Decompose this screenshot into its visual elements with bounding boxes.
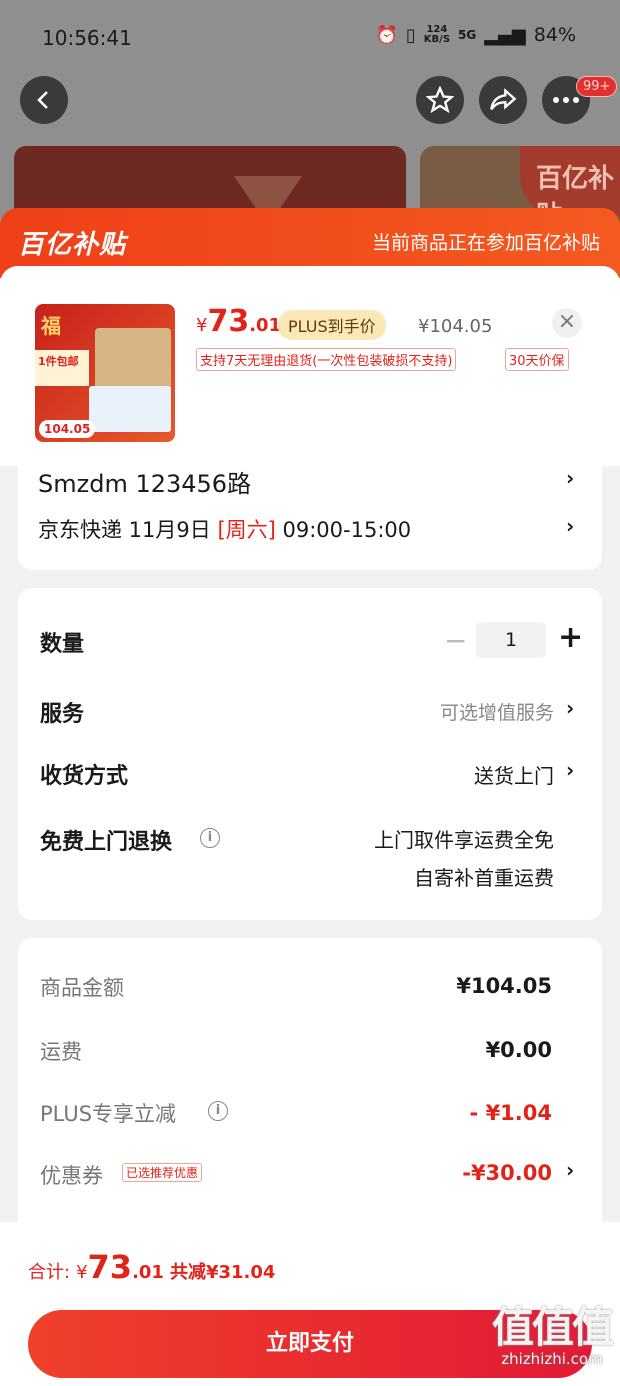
shipping-weekday: [周六] — [217, 518, 276, 542]
chevron-left-icon — [37, 91, 48, 109]
delivery-value[interactable]: 送货上门 — [474, 760, 554, 789]
close-icon[interactable]: × — [552, 308, 582, 338]
net-speed-unit: KB/S — [423, 34, 451, 45]
fu-logo-icon: 福 — [41, 314, 61, 338]
battery-level: 84% — [533, 24, 576, 46]
watermark-logo: 值值值 — [491, 1303, 614, 1352]
shipping-carrier-date: 京东快递 11月9日 — [38, 518, 218, 542]
quantity-input[interactable]: 1 — [476, 622, 546, 658]
coupon-value[interactable]: -¥30.00 — [462, 1161, 552, 1185]
vibrate-icon: ▯ — [405, 24, 416, 46]
coupon-chevron-icon[interactable]: › — [566, 1158, 574, 1182]
coupon-recommended-tag: 已选推荐优惠 — [122, 1163, 203, 1182]
address-chevron-icon[interactable]: › — [566, 466, 574, 490]
delivery-label: 收货方式 — [40, 764, 129, 789]
total-decimal: .01 — [132, 1262, 164, 1283]
status-bar: 10:56:41 ⏰ ▯ 124 KB/S 5G ▂▄▆ 84% — [0, 18, 620, 58]
plus-discount-label: PLUS专享立减 — [40, 1102, 177, 1126]
total-summary: 合计: ¥ 73 .01 共减¥31.04 — [28, 1248, 275, 1286]
quantity-increment-button[interactable]: + — [558, 620, 583, 655]
return-policy-tag: 支持7天无理由退货(一次性包装破损不支持) — [196, 348, 457, 371]
goods-amount-value: ¥104.05 — [456, 974, 552, 998]
product-price: ¥ 73 .01 — [196, 304, 281, 339]
delivery-chevron-icon[interactable]: › — [566, 758, 574, 782]
share-button[interactable] — [479, 76, 527, 124]
total-integer: 73 — [87, 1248, 133, 1286]
total-label: 合计: — [28, 1262, 71, 1283]
total-discount: 共减¥31.04 — [169, 1262, 276, 1283]
product-card: 福 1件包邮 104.05 ¥ 73 .01 PLUS到手价 ¥104.05 ×… — [0, 266, 620, 466]
service-value[interactable]: 可选增值服务 — [440, 698, 554, 725]
shipping-time: 09:00-15:00 — [275, 518, 412, 542]
product-box-image — [95, 328, 171, 394]
back-button[interactable] — [20, 76, 68, 124]
quantity-label: 数量 — [40, 632, 85, 657]
service-label: 服务 — [40, 702, 85, 727]
favorite-button[interactable] — [416, 76, 464, 124]
bottom-bar: 合计: ¥ 73 .01 共减¥31.04 立即支付 值值值 zhizhizhi… — [0, 1222, 620, 1386]
thumb-promo-tag: 1件包邮 — [35, 350, 89, 386]
quantity-decrement-button[interactable]: − — [444, 624, 467, 657]
service-chevron-icon[interactable]: › — [566, 696, 574, 720]
more-dots-icon — [553, 97, 579, 103]
original-price: ¥104.05 — [418, 316, 493, 337]
shipping-row[interactable]: 京东快递 11月9日 [周六] 09:00-15:00 — [38, 514, 411, 544]
price-integer: 73 — [207, 304, 250, 339]
share-icon — [490, 88, 517, 111]
site-watermark: 值值值 zhizhizhi.com — [491, 1303, 614, 1369]
goods-amount-label: 商品金额 — [40, 976, 124, 1000]
price-currency: ¥ — [196, 315, 208, 336]
product-thumbnail[interactable]: 福 1件包邮 104.05 — [35, 304, 175, 442]
info-icon[interactable]: i — [200, 828, 220, 848]
address-row[interactable]: Smzdm 123456路 — [38, 464, 251, 499]
shipping-fee-label: 运费 — [40, 1040, 82, 1064]
plus-discount-value: - ¥1.04 — [469, 1101, 552, 1125]
free-return-label: 免费上门退换 — [40, 830, 173, 855]
alarm-icon: ⏰ — [375, 24, 398, 46]
free-return-value-1: 上门取件享运费全免 — [374, 828, 554, 852]
thumb-price: 104.05 — [39, 420, 96, 438]
net-speed: 124 KB/S — [424, 25, 450, 45]
watermark-url: zhizhizhi.com — [501, 1350, 603, 1368]
star-icon — [426, 86, 454, 114]
options-card: 数量 − 1 + 服务 可选增值服务 › 收货方式 送货上门 › 免费上门退换 … — [18, 588, 602, 920]
product-bottles-image — [89, 386, 171, 432]
total-currency: ¥ — [76, 1262, 88, 1283]
receiver-name: Smzdm 123456路 — [38, 470, 252, 498]
signal-5g-icon: 5G — [458, 28, 477, 42]
address-card: Smzdm 123456路 › 京东快递 11月9日 [周六] 09:00-15… — [18, 462, 602, 570]
signal-bars-icon: ▂▄▆ — [484, 24, 526, 46]
coupon-label: 优惠券 — [40, 1164, 103, 1188]
price-decimal: .01 — [249, 315, 282, 336]
status-time: 10:56:41 — [42, 26, 132, 50]
background-brand-tag: 百亿补贴 — [520, 146, 620, 231]
plus-info-icon[interactable]: i — [208, 1101, 228, 1121]
cost-card: 商品金额 ¥104.05 运费 ¥0.00 PLUS专享立减 i - ¥1.04… — [18, 938, 602, 1238]
free-return-value-2: 自寄补首重运费 — [414, 866, 554, 890]
shipping-fee-value: ¥0.00 — [485, 1038, 552, 1062]
more-badge: 99+ — [576, 76, 618, 97]
subsidy-tip: 当前商品正在参加百亿补贴 — [371, 232, 600, 254]
plus-price-tag: PLUS到手价 — [278, 310, 386, 340]
price-protect-tag: 30天价保 — [505, 348, 569, 371]
subsidy-logo: 百亿补贴 — [18, 230, 127, 260]
shipping-chevron-icon[interactable]: › — [566, 514, 574, 538]
status-icons: ⏰ ▯ 124 KB/S 5G ▂▄▆ 84% — [375, 24, 576, 46]
